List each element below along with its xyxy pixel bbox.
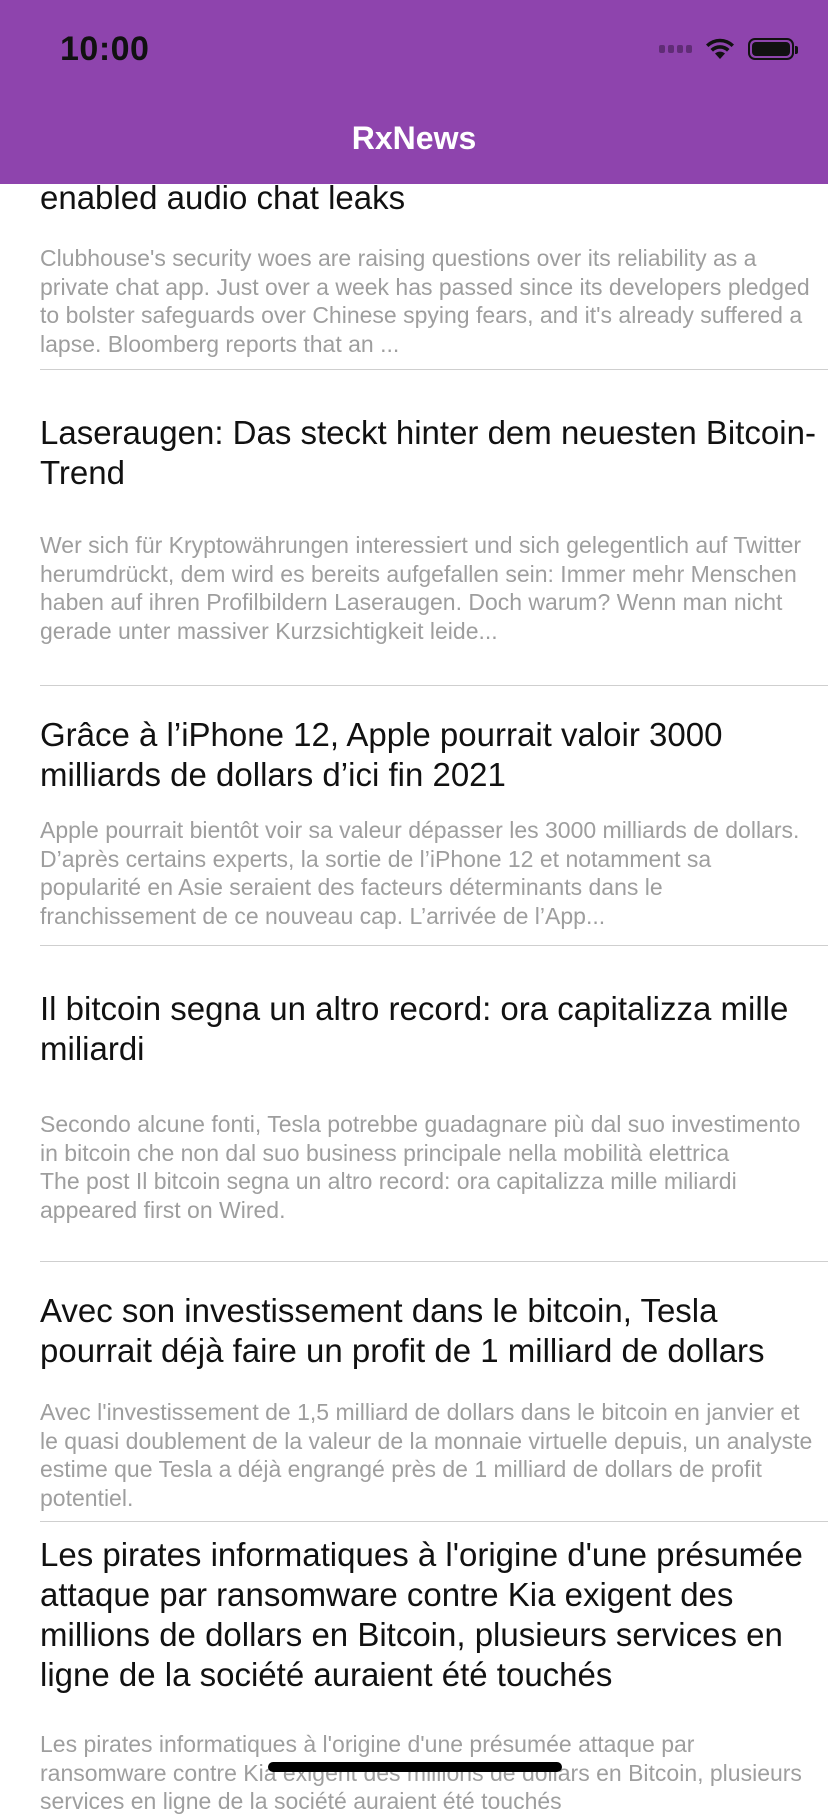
- article-cell[interactable]: Laseraugen: Das steckt hinter dem neuest…: [40, 413, 828, 644]
- article-cell[interactable]: enabled audio chat leaks Clubhouse's sec…: [40, 178, 828, 357]
- article-title: Les pirates informatiques à l'origine d'…: [40, 1536, 803, 1693]
- wifi-icon: [706, 38, 734, 59]
- home-indicator[interactable]: [268, 1762, 562, 1772]
- row-separator: [40, 1261, 828, 1262]
- cellular-signal-icon: [659, 45, 692, 53]
- article-summary: Wer sich für Kryptowährungen interessier…: [40, 532, 802, 644]
- row-separator: [40, 685, 828, 686]
- article-title: enabled audio chat leaks: [40, 179, 406, 216]
- status-time: 10:00: [60, 30, 150, 68]
- article-title: Avec son investissement dans le bitcoin,…: [40, 1292, 765, 1369]
- navigation-bar: 10:00 RxNews: [0, 0, 828, 184]
- article-cell[interactable]: Grâce à l’iPhone 12, Apple pourrait valo…: [40, 715, 828, 929]
- battery-icon: [748, 38, 798, 60]
- article-summary: Avec l'investissement de 1,5 milliard de…: [40, 1399, 813, 1511]
- article-summary: Les pirates informatiques à l'origine d'…: [40, 1731, 802, 1814]
- row-separator: [40, 369, 828, 370]
- article-title: Il bitcoin segna un altro record: ora ca…: [40, 990, 789, 1067]
- row-separator: [40, 1521, 828, 1522]
- article-cell[interactable]: Avec son investissement dans le bitcoin,…: [40, 1291, 828, 1511]
- article-cell[interactable]: Il bitcoin segna un altro record: ora ca…: [40, 989, 828, 1223]
- article-summary: Secondo alcune fonti, Tesla potrebbe gua…: [40, 1111, 801, 1223]
- article-summary: Clubhouse's security woes are raising qu…: [40, 245, 810, 357]
- article-summary: Apple pourrait bientôt voir sa valeur dé…: [40, 817, 800, 929]
- status-icons: [659, 34, 798, 64]
- article-title: Laseraugen: Das steckt hinter dem neuest…: [40, 414, 816, 491]
- article-title: Grâce à l’iPhone 12, Apple pourrait valo…: [40, 716, 723, 793]
- nav-title: RxNews: [351, 120, 477, 156]
- article-cell[interactable]: Les pirates informatiques à l'origine d'…: [40, 1535, 828, 1814]
- row-separator: [40, 945, 828, 946]
